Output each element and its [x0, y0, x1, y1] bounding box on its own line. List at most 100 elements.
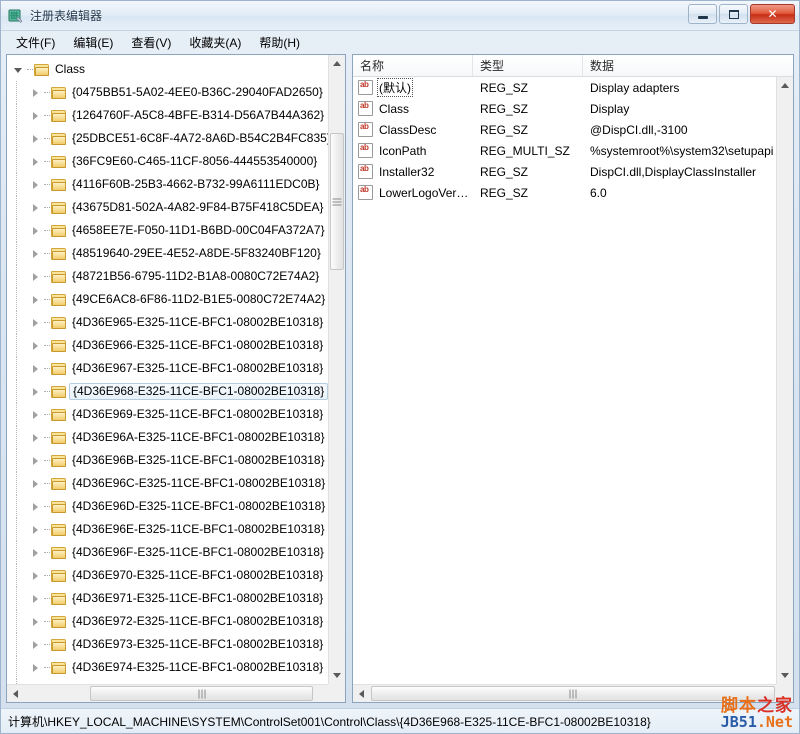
- folder-icon: [51, 592, 67, 606]
- expand-arrow-icon[interactable]: [29, 569, 42, 582]
- values-vertical-scrollbar[interactable]: [776, 77, 793, 684]
- folder-icon: [51, 316, 67, 330]
- tree-item[interactable]: {4D36E965-E325-11CE-BFC1-08002BE10318}: [7, 311, 328, 334]
- tree-item[interactable]: {48519640-29EE-4E52-A8DE-5F83240BF120}: [7, 242, 328, 265]
- expand-arrow-icon[interactable]: [29, 316, 42, 329]
- tree-vertical-scrollbar[interactable]: [328, 55, 345, 684]
- expand-arrow-icon[interactable]: [29, 523, 42, 536]
- expand-arrow-icon[interactable]: [29, 615, 42, 628]
- values-horizontal-scroll-thumb[interactable]: [371, 686, 775, 701]
- tree-connector: [44, 575, 50, 576]
- expand-arrow-icon[interactable]: [29, 178, 42, 191]
- tree-item[interactable]: {48721B56-6795-11D2-B1A8-0080C72E74A2}: [7, 265, 328, 288]
- tree-item[interactable]: {25DBCE51-6C8F-4A72-8A6D-B54C2B4FC835}: [7, 127, 328, 150]
- value-type: REG_MULTI_SZ: [480, 143, 570, 158]
- expand-arrow-icon[interactable]: [29, 362, 42, 375]
- expand-arrow-icon[interactable]: [29, 132, 42, 145]
- tree-item[interactable]: {43675D81-502A-4A82-9F84-B75F418C5DEA}: [7, 196, 328, 219]
- tree-item[interactable]: {4D36E969-E325-11CE-BFC1-08002BE10318}: [7, 403, 328, 426]
- tree-scroll-up-icon[interactable]: [329, 55, 345, 72]
- tree-scroll-left-icon[interactable]: [7, 685, 24, 702]
- folder-icon: [51, 523, 67, 537]
- expand-arrow-icon[interactable]: [29, 109, 42, 122]
- tree-item[interactable]: {4D36E96A-E325-11CE-BFC1-08002BE10318}: [7, 426, 328, 449]
- value-row[interactable]: Class REG_SZ Display: [353, 98, 776, 119]
- menu-item-edit[interactable]: 编辑(E): [64, 31, 122, 54]
- values-scroll-down-icon[interactable]: [777, 667, 793, 684]
- maximize-button[interactable]: [719, 4, 748, 24]
- tree-item-selected[interactable]: {4D36E968-E325-11CE-BFC1-08002BE10318}: [7, 380, 328, 403]
- expand-arrow-icon[interactable]: [29, 592, 42, 605]
- tree-item[interactable]: {36FC9E60-C465-11CF-8056-444553540000}: [7, 150, 328, 173]
- tree-item[interactable]: {4D36E96F-E325-11CE-BFC1-08002BE10318}: [7, 541, 328, 564]
- content-panes: Class {0475BB51-5A02-4EE0-B36C-29040FAD26…: [6, 54, 794, 703]
- close-button[interactable]: ✕: [750, 4, 795, 24]
- expand-arrow-icon[interactable]: [29, 201, 42, 214]
- expand-arrow-icon[interactable]: [29, 431, 42, 444]
- tree-connector: [16, 150, 17, 173]
- value-row[interactable]: IconPath REG_MULTI_SZ %systemroot%\system3…: [353, 140, 776, 161]
- tree-item[interactable]: {4D36E96B-E325-11CE-BFC1-08002BE10318}: [7, 449, 328, 472]
- tree-connector: [44, 460, 50, 461]
- menu-item-help[interactable]: 帮助(H): [250, 31, 309, 54]
- folder-icon: [34, 63, 50, 77]
- values-horizontal-scrollbar[interactable]: [353, 684, 793, 702]
- collapse-arrow-icon[interactable]: [12, 63, 25, 76]
- expand-arrow-icon[interactable]: [29, 638, 42, 651]
- expand-arrow-icon[interactable]: [29, 86, 42, 99]
- column-header-type[interactable]: 类型: [473, 55, 583, 76]
- folder-icon: [51, 546, 67, 560]
- expand-arrow-icon[interactable]: [29, 270, 42, 283]
- tree-item[interactable]: {1264760F-A5C8-4BFE-B314-D56A7B44A362}: [7, 104, 328, 127]
- tree-item-label: {4D36E968-E325-11CE-BFC1-08002BE10318}: [69, 383, 328, 400]
- tree-item[interactable]: {4658EE7E-F050-11D1-B6BD-00C04FA372A7}: [7, 219, 328, 242]
- tree-item[interactable]: {0475BB51-5A02-4EE0-B36C-29040FAD2650}: [7, 81, 328, 104]
- value-row[interactable]: LowerLogoVer… REG_SZ 6.0: [353, 182, 776, 203]
- expand-arrow-icon[interactable]: [29, 224, 42, 237]
- menu-item-view[interactable]: 查看(V): [122, 31, 180, 54]
- expand-arrow-icon[interactable]: [29, 477, 42, 490]
- minimize-button[interactable]: [688, 4, 717, 24]
- expand-arrow-icon[interactable]: [29, 247, 42, 260]
- tree-connector: [16, 311, 17, 334]
- tree-item[interactable]: {4D36E967-E325-11CE-BFC1-08002BE10318}: [7, 357, 328, 380]
- tree-item[interactable]: {4D36E973-E325-11CE-BFC1-08002BE10318}: [7, 633, 328, 656]
- expand-arrow-icon[interactable]: [29, 500, 42, 513]
- tree-horizontal-scroll-thumb[interactable]: [90, 686, 313, 701]
- expand-arrow-icon[interactable]: [29, 293, 42, 306]
- values-scroll-up-icon[interactable]: [777, 77, 793, 94]
- column-header-data[interactable]: 数据: [583, 55, 793, 76]
- expand-arrow-icon[interactable]: [29, 454, 42, 467]
- expand-arrow-icon[interactable]: [29, 385, 42, 398]
- tree-item[interactable]: {4D36E972-E325-11CE-BFC1-08002BE10318}: [7, 610, 328, 633]
- tree-vertical-scroll-thumb[interactable]: [330, 133, 344, 270]
- tree-item-root[interactable]: Class: [7, 58, 328, 81]
- tree-connector: [16, 426, 17, 449]
- tree-item[interactable]: {4D36E970-E325-11CE-BFC1-08002BE10318}: [7, 564, 328, 587]
- tree-item[interactable]: {4D36E971-E325-11CE-BFC1-08002BE10318}: [7, 587, 328, 610]
- value-row[interactable]: (默认) REG_SZ Display adapters: [353, 77, 776, 98]
- values-scroll-left-icon[interactable]: [353, 685, 370, 702]
- value-name: Class: [379, 101, 410, 116]
- tree-item[interactable]: {49CE6AC8-6F86-11D2-B1E5-0080C72E74A2}: [7, 288, 328, 311]
- value-row[interactable]: Installer32 REG_SZ DispCI.dll,DisplayClass…: [353, 161, 776, 182]
- tree-item[interactable]: {4D36E966-E325-11CE-BFC1-08002BE10318}: [7, 334, 328, 357]
- value-row[interactable]: ClassDesc REG_SZ @DispCI.dll,-3100: [353, 119, 776, 140]
- tree-scroll-down-icon[interactable]: [329, 667, 345, 684]
- tree-item[interactable]: {4D36E96D-E325-11CE-BFC1-08002BE10318}: [7, 495, 328, 518]
- expand-arrow-icon[interactable]: [29, 546, 42, 559]
- tree-item[interactable]: {4116F60B-25B3-4662-B732-99A6111EDC0B}: [7, 173, 328, 196]
- expand-arrow-icon[interactable]: [29, 339, 42, 352]
- tree-horizontal-scrollbar[interactable]: [7, 684, 345, 702]
- value-data: @DispCI.dll,-3100: [590, 122, 688, 137]
- tree-item-label: {48721B56-6795-11D2-B1A8-0080C72E74A2}: [72, 269, 320, 283]
- tree-item[interactable]: {4D36E96E-E325-11CE-BFC1-08002BE10318}: [7, 518, 328, 541]
- expand-arrow-icon[interactable]: [29, 408, 42, 421]
- expand-arrow-icon[interactable]: [29, 661, 42, 674]
- menu-item-favorites[interactable]: 收藏夹(A): [180, 31, 250, 54]
- tree-item[interactable]: {4D36E974-E325-11CE-BFC1-08002BE10318}: [7, 656, 328, 679]
- expand-arrow-icon[interactable]: [29, 155, 42, 168]
- column-header-name[interactable]: 名称: [353, 55, 473, 76]
- tree-item[interactable]: {4D36E96C-E325-11CE-BFC1-08002BE10318}: [7, 472, 328, 495]
- menu-item-file[interactable]: 文件(F): [7, 31, 64, 54]
